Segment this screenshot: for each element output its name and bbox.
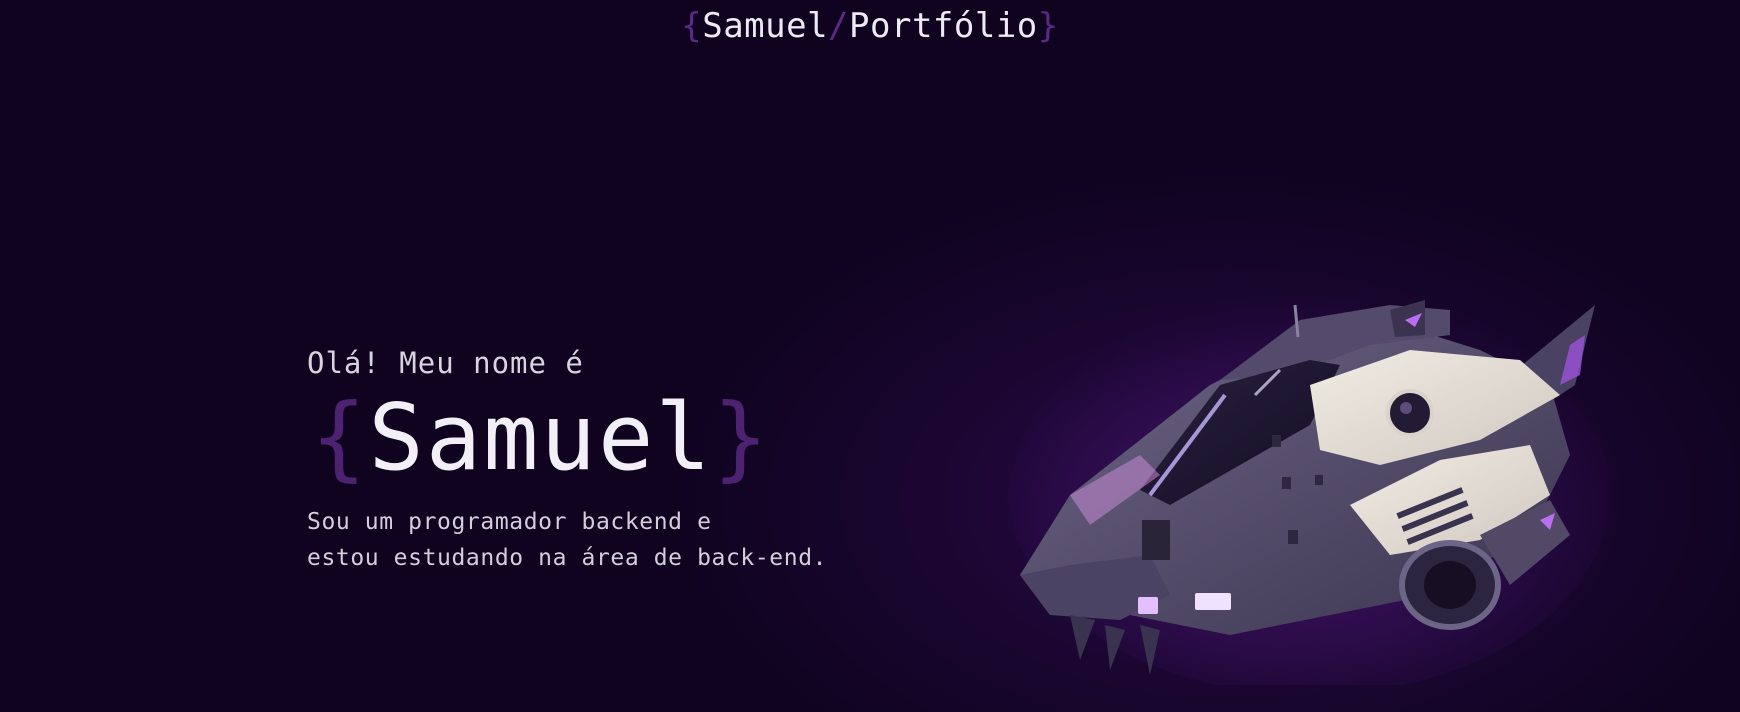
logo-slash: / (828, 6, 850, 46)
logo-name: Samuel (702, 6, 829, 46)
spaceship-illustration (1010, 295, 1610, 685)
hero-greeting: Olá! Meu nome é (307, 346, 584, 380)
hero-intro: Olá! Meu nome é {Samuel} Sou um programa… (307, 346, 947, 576)
logo-brace-close: } (1037, 6, 1059, 46)
name-text: Samuel (368, 384, 713, 491)
logo-section: Portfólio (849, 6, 1038, 46)
name-brace-open: { (311, 384, 369, 491)
site-logo[interactable]: {Samuel/Portfólio} (0, 6, 1740, 46)
hero-description: Sou um programador backend e estou estud… (307, 504, 947, 576)
description-line-1: Sou um programador backend e (307, 509, 712, 535)
logo-brace-open: { (681, 6, 703, 46)
name-brace-close: } (712, 384, 771, 491)
description-line-2: estou estudando na área de back-end. (307, 545, 828, 571)
hero-name: {Samuel} (311, 386, 947, 490)
